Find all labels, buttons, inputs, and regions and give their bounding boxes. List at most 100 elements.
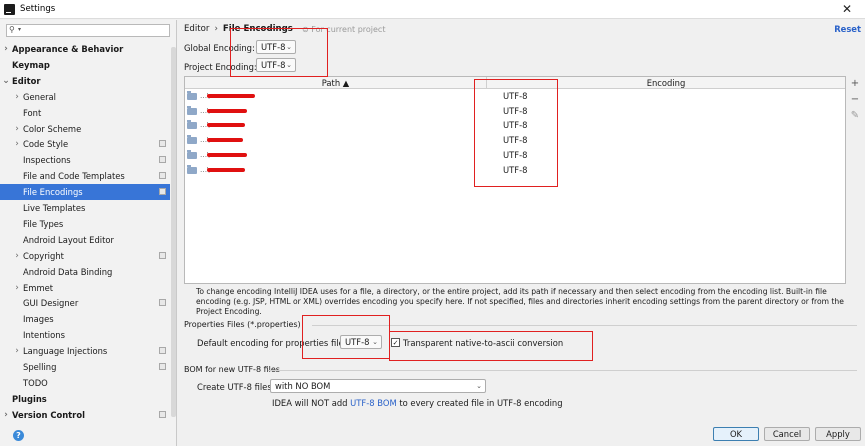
sidebar-item[interactable]: File Encodings [0,184,170,201]
sidebar-item[interactable]: GUI Designer [0,295,170,311]
sidebar-item[interactable]: › General [0,89,170,105]
reset-link[interactable]: Reset [834,24,861,34]
sidebar-item-label: Code Style [23,139,69,150]
folder-icon [187,149,197,159]
sidebar-item[interactable]: Android Data Binding [0,264,170,280]
settings-sidebar: ⚲ ▾ › Appearance & Behavior Keymap ⌄ Editor ›… [0,20,177,446]
sidebar-item-label: Intentions [23,330,65,341]
chevron-right-icon[interactable]: › [2,41,10,57]
sidebar-item[interactable]: › Appearance & Behavior [0,41,170,57]
redaction-scribble [207,94,255,98]
chevron-down-icon[interactable]: ⌄ [2,73,10,89]
project-scope-icon [159,410,166,418]
project-scope-icon [159,251,166,259]
sidebar-item-label: GUI Designer [23,298,79,309]
title-bar: Settings ✕ [0,0,865,19]
project-scope-icon [159,156,166,164]
chevron-right-icon[interactable]: › [2,407,10,423]
add-icon[interactable]: + [847,78,863,89]
properties-group-title: Properties Files (*.properties) [184,320,301,329]
sidebar-item[interactable]: Keymap [0,57,170,73]
sidebar-item-label: File and Code Templates [23,171,125,182]
ok-button[interactable]: OK [713,427,759,441]
sidebar-item[interactable]: › Language Injections [0,343,170,359]
sidebar-item-label: Android Data Binding [23,266,113,277]
chevron-right-icon[interactable]: › [13,121,21,137]
sidebar-item[interactable]: › Code Style [0,136,170,152]
sidebar-item[interactable]: Font [0,105,170,121]
bom-group-divider [268,370,857,371]
chevron-right-icon[interactable]: › [13,343,21,359]
sidebar-item[interactable]: › Color Scheme [0,121,170,137]
sidebar-scrollbar[interactable] [171,47,176,417]
sidebar-item[interactable]: › Version Control [0,407,170,423]
window-title: Settings [20,4,56,14]
bom-select[interactable]: with NO BOM ⌄ [270,379,486,393]
properties-group-divider [312,325,857,326]
sidebar-item-label: Inspections [23,155,71,166]
chevron-right-icon[interactable]: › [13,248,21,264]
sidebar-item[interactable]: Spelling [0,359,170,375]
project-scope-icon [159,347,166,355]
sidebar-item[interactable]: TODO [0,375,170,391]
sidebar-item[interactable]: Intentions [0,327,170,343]
apply-button[interactable]: Apply [815,427,861,441]
annotation-box-native [389,331,593,361]
intellij-app-icon [4,4,15,15]
sidebar-item-label: Font [23,107,42,118]
breadcrumb-parent[interactable]: Editor [184,24,209,34]
sidebar-item-label: Appearance & Behavior [12,44,124,54]
folder-icon [187,105,197,115]
bom-select-value: with NO BOM [275,381,331,391]
column-header-path[interactable]: Path ▲ [185,77,487,89]
annotation-box-properties [302,315,390,359]
edit-icon[interactable]: ✎ [847,110,863,121]
sidebar-item[interactable]: Inspections [0,152,170,168]
sidebar-item[interactable]: Images [0,311,170,327]
sidebar-item[interactable]: File and Code Templates [0,168,170,184]
sidebar-item[interactable]: Android Layout Editor [0,232,170,248]
redaction-scribble [207,108,247,113]
redaction-scribble [207,138,243,143]
sidebar-item[interactable]: Plugins [0,391,170,407]
sidebar-item[interactable]: › Emmet [0,280,170,296]
redaction-scribble [207,152,247,157]
sidebar-item-label: Keymap [12,59,50,70]
create-utf8-label: Create UTF-8 files: [197,382,275,392]
sidebar-item-label: Images [23,314,54,325]
folder-icon [187,135,197,145]
search-input[interactable]: ⚲ ▾ [6,24,170,37]
chevron-right-icon[interactable]: › [13,136,21,152]
project-scope-icon [159,188,166,196]
chevron-down-icon: ⌄ [476,382,482,390]
project-scope-icon [159,140,166,148]
chevron-right-icon[interactable]: › [13,280,21,296]
annotation-box-global-project [230,28,328,77]
utf8-bom-link[interactable]: UTF-8 BOM [350,398,397,408]
sidebar-item-label: TODO [23,377,48,388]
search-icon: ⚲ [9,25,15,34]
chevron-right-icon[interactable]: › [13,89,21,105]
sidebar-item-label: Language Injections [23,346,108,357]
sidebar-item-label: Editor [12,75,41,86]
search-dropdown-icon[interactable]: ▾ [18,26,21,33]
sidebar-item-label: Version Control [12,409,85,420]
sidebar-item-label: Emmet [23,282,54,293]
remove-icon[interactable]: − [847,94,863,105]
sidebar-item[interactable]: File Types [0,216,170,232]
redaction-scribble [207,167,245,172]
help-icon[interactable]: ? [13,430,24,441]
sidebar-item-label: File Types [23,218,64,229]
sidebar-item[interactable]: Live Templates [0,200,170,216]
cancel-button[interactable]: Cancel [764,427,810,441]
sidebar-item[interactable]: › Copyright [0,248,170,264]
close-icon[interactable]: ✕ [837,0,857,18]
sidebar-item-label: Plugins [12,393,47,404]
sidebar-item-label: Color Scheme [23,123,82,134]
sidebar-item-label: Spelling [23,362,57,372]
folder-icon [187,120,197,130]
redaction-scribble [207,123,245,128]
folder-icon [187,164,197,174]
sidebar-item[interactable]: ⌄ Editor [0,73,170,89]
project-scope-icon [159,299,166,307]
